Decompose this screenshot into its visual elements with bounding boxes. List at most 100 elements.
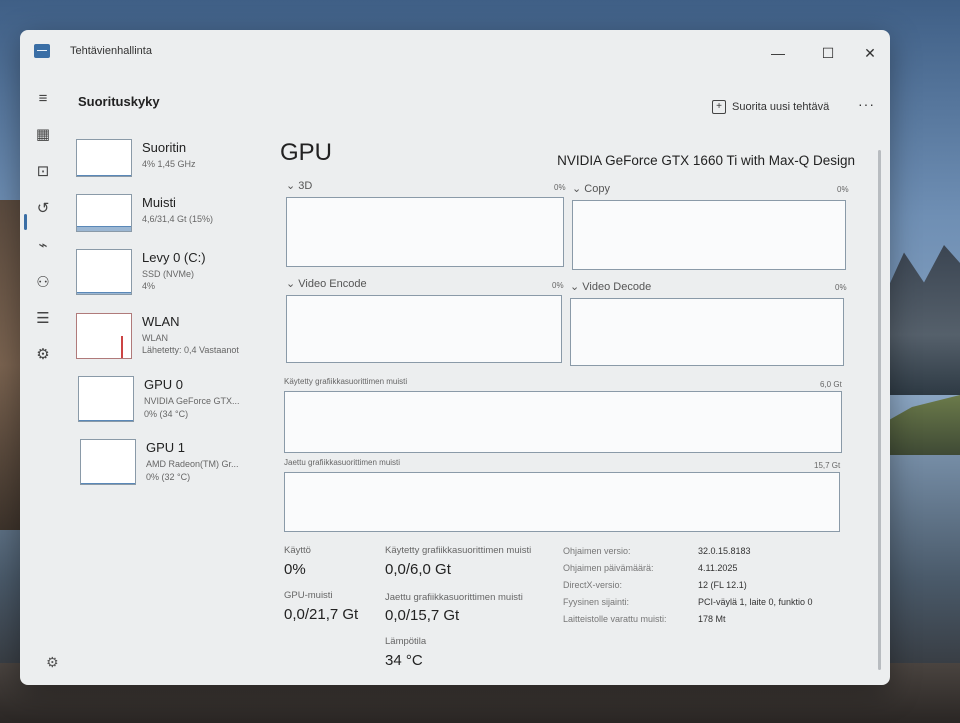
usage-label: Käyttö xyxy=(284,545,311,556)
gpu-title: GPU xyxy=(280,139,333,166)
perf-item-sub: 4,6/31,4 Gt (15%) xyxy=(142,214,214,224)
driver-version-label: Ohjaimen versio: xyxy=(563,546,631,556)
thumbnail-fill xyxy=(77,174,131,176)
maximize-button[interactable]: ☐ xyxy=(806,40,850,66)
perf-item-disk[interactable]: Levy 0 (C:) SSD (NVMe) 4% xyxy=(76,249,266,297)
users-icon[interactable]: ⚇ xyxy=(30,270,56,296)
driver-date-value: 4.11.2025 xyxy=(698,563,738,573)
settings-icon[interactable]: ⚙ xyxy=(46,654,59,671)
engine-pct: 0% xyxy=(554,183,566,192)
temperature-value: 34 °C xyxy=(385,652,423,669)
dedicated-memory-graph xyxy=(284,391,842,453)
driver-date-label: Ohjaimen päivämäärä: xyxy=(563,563,654,573)
scrollbar[interactable] xyxy=(878,150,881,670)
gpu-details-panel: GPU NVIDIA GeForce GTX 1660 Ti with Max-… xyxy=(280,135,855,680)
shared-memory-max: 15,7 Gt xyxy=(814,461,841,470)
perf-item-memory[interactable]: Muisti 4,6/31,4 Gt (15%) xyxy=(76,194,266,242)
engine-copy-selector[interactable]: ⌄ Copy xyxy=(572,182,610,195)
run-task-icon: + xyxy=(712,100,726,114)
engine-copy-graph xyxy=(572,200,846,270)
title-bar[interactable]: Tehtävienhallinta — ☐ ✕ xyxy=(20,30,890,74)
perf-item-name: GPU 0 xyxy=(144,377,184,392)
shared-value: 0,0/15,7 Gt xyxy=(385,607,460,624)
perf-item-name: Levy 0 (C:) xyxy=(142,250,206,265)
gpu-memory-value: 0,0/21,7 Gt xyxy=(284,606,359,623)
driver-version-value: 32.0.15.8183 xyxy=(698,546,751,556)
reserved-memory-label: Laitteistolle varattu muisti: xyxy=(563,614,667,624)
disk-thumbnail xyxy=(76,249,132,295)
engine-3d-graph xyxy=(286,197,564,267)
gpu0-thumbnail xyxy=(78,376,134,422)
shared-label: Jaettu grafiikkasuorittimen muisti xyxy=(385,592,523,603)
dedicated-memory-label: Käytetty grafiikkasuorittimen muisti xyxy=(284,377,408,386)
wallpaper-mountain xyxy=(880,245,960,395)
perf-item-gpu0[interactable]: GPU 0 NVIDIA GeForce GTX... 0% (34 °C) xyxy=(76,376,266,424)
perf-item-sub: NVIDIA GeForce GTX... xyxy=(144,396,240,406)
engine-video-encode-graph xyxy=(286,295,562,363)
directx-version-label: DirectX-versio: xyxy=(563,580,623,590)
engine-pct: 0% xyxy=(835,283,847,292)
memory-thumbnail xyxy=(76,194,132,232)
perf-item-sub: AMD Radeon(TM) Gr... xyxy=(146,459,239,469)
app-history-icon[interactable]: ↺ xyxy=(30,196,56,222)
cpu-thumbnail xyxy=(76,139,132,177)
perf-item-sub2: 0% (34 °C) xyxy=(144,409,189,419)
wallpaper-island xyxy=(880,395,960,455)
page-title: Suorituskyky xyxy=(78,94,160,109)
perf-item-gpu1[interactable]: GPU 1 AMD Radeon(TM) Gr... 0% (32 °C) xyxy=(76,439,266,487)
perf-item-cpu[interactable]: Suoritin 4% 1,45 GHz xyxy=(76,139,266,187)
physical-location-value: PCI-väylä 1, laite 0, funktio 0 xyxy=(698,597,813,607)
shared-memory-label: Jaettu grafiikkasuorittimen muisti xyxy=(284,458,401,467)
perf-item-name: WLAN xyxy=(142,314,180,329)
engine-pct: 0% xyxy=(552,281,564,290)
perf-item-wlan[interactable]: WLAN WLAN Lähetetty: 0,4 Vastaanot xyxy=(76,313,266,361)
task-manager-icon xyxy=(34,44,50,58)
nav-rail: ≡ ▦ ⊡ ↺ ⌁ ⚇ ☰ ⚙ xyxy=(20,80,66,685)
perf-item-name: GPU 1 xyxy=(146,440,186,455)
thumbnail-fill xyxy=(79,420,133,421)
perf-item-name: Suoritin xyxy=(142,140,187,155)
dedicated-label: Käytetty grafiikkasuorittimen muisti xyxy=(385,545,532,556)
performance-icon[interactable]: ⊡ xyxy=(30,159,56,185)
reserved-memory-value: 178 Mt xyxy=(698,614,726,624)
engine-pct: 0% xyxy=(837,185,849,194)
thumbnail-fill xyxy=(77,225,131,231)
engine-label: Copy xyxy=(584,183,610,195)
engine-video-decode-graph xyxy=(570,298,844,366)
wlan-spike xyxy=(121,336,123,358)
temperature-label: Lämpötila xyxy=(385,636,427,647)
directx-version-value: 12 (FL 12.1) xyxy=(698,580,747,590)
run-task-label: Suorita uusi tehtävä xyxy=(732,101,830,113)
services-icon[interactable]: ⚙ xyxy=(30,342,56,368)
dedicated-memory-max: 6,0 Gt xyxy=(820,380,842,389)
engine-video-encode-selector[interactable]: ⌄ Video Encode xyxy=(286,277,367,290)
more-options-button[interactable]: ··· xyxy=(858,96,875,112)
nav-active-indicator xyxy=(24,214,27,230)
usage-value: 0% xyxy=(284,561,306,578)
run-new-task-button[interactable]: + Suorita uusi tehtävä xyxy=(712,100,829,114)
perf-item-sub2: Lähetetty: 0,4 Vastaanot xyxy=(142,345,239,355)
dedicated-value: 0,0/6,0 Gt xyxy=(385,561,451,578)
hamburger-icon[interactable]: ≡ xyxy=(30,86,56,112)
physical-location-label: Fyysinen sijainti: xyxy=(563,597,630,607)
engine-3d-selector[interactable]: ⌄ 3D xyxy=(286,179,312,192)
gpu1-thumbnail xyxy=(80,439,136,485)
shared-memory-graph xyxy=(284,472,840,532)
engine-label: 3D xyxy=(298,180,313,192)
gpu-memory-label: GPU-muisti xyxy=(284,590,333,601)
perf-item-sub: SSD (NVMe) xyxy=(142,269,195,279)
processes-icon[interactable]: ▦ xyxy=(30,122,56,148)
details-icon[interactable]: ☰ xyxy=(30,306,56,332)
perf-item-sub2: 0% (32 °C) xyxy=(146,472,191,482)
perf-item-name: Muisti xyxy=(142,195,176,210)
task-manager-window: Tehtävienhallinta — ☐ ✕ ≡ ▦ ⊡ ↺ ⌁ ⚇ ☰ ⚙ … xyxy=(20,30,890,685)
minimize-button[interactable]: — xyxy=(756,40,800,66)
perf-item-sub: 4% 1,45 GHz xyxy=(142,159,196,169)
startup-apps-icon[interactable]: ⌁ xyxy=(30,233,56,259)
perf-item-sub2: 4% xyxy=(142,281,156,291)
wlan-thumbnail xyxy=(76,313,132,359)
close-button[interactable]: ✕ xyxy=(848,40,890,66)
app-title: Tehtävienhallinta xyxy=(70,45,152,57)
thumbnail-fill xyxy=(81,483,135,484)
engine-video-decode-selector[interactable]: ⌄ Video Decode xyxy=(570,280,651,293)
